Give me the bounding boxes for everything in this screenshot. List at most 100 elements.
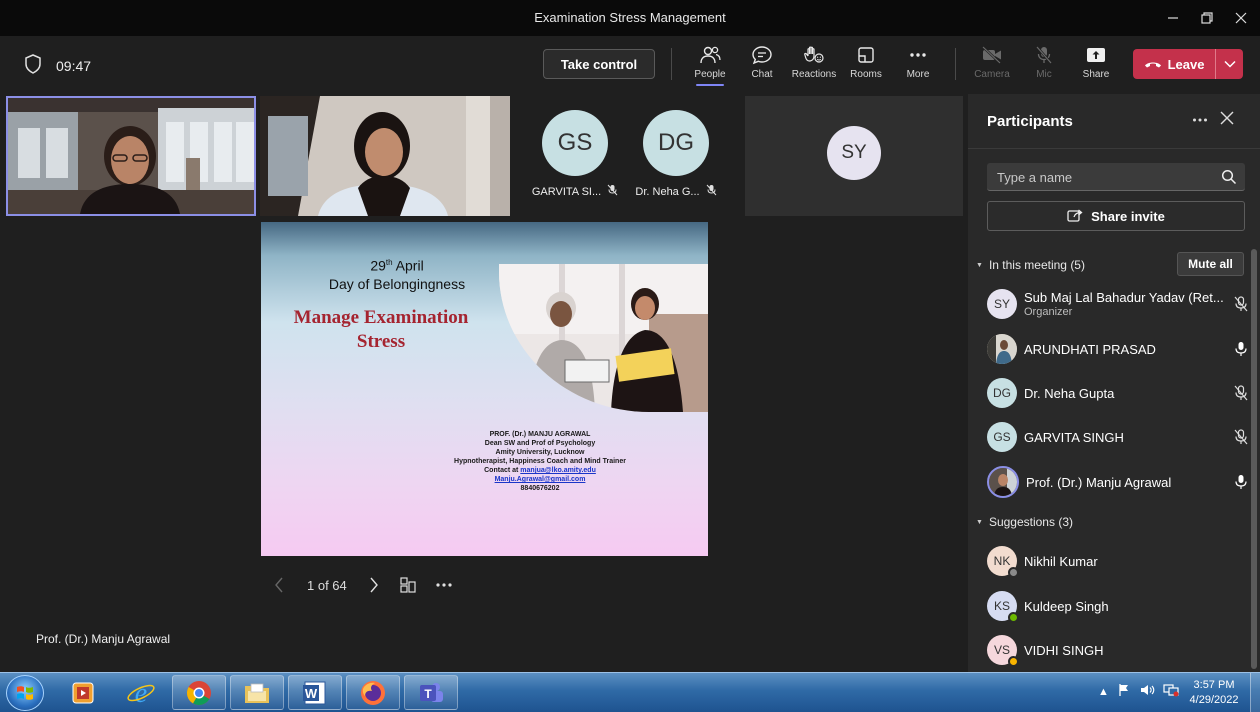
avatar-initials: VS [993, 643, 1010, 657]
slide-date-month: April [392, 257, 424, 274]
next-slide-icon[interactable] [369, 577, 379, 593]
mute-all-button[interactable]: Mute all [1177, 252, 1244, 276]
share-invite-button[interactable]: Share invite [987, 201, 1245, 231]
participant-info: Prof. (Dr.) Manju Agrawal [1026, 475, 1229, 490]
suggestion-row[interactable]: NK Nikhil Kumar [987, 541, 1249, 581]
email-link[interactable]: manjua@lko.amity.edu [520, 467, 596, 474]
suggestion-row[interactable]: VS VIDHI SINGH [987, 630, 1249, 670]
camera-label: Camera [974, 69, 1010, 80]
participant-row[interactable]: SY Sub Maj Lal Bahadur Yadav (Ret... Org… [987, 284, 1249, 324]
restore-icon[interactable] [1192, 6, 1222, 30]
search-icon[interactable] [1221, 169, 1237, 190]
participant-row[interactable]: ARUNDHATI PRASAD [987, 329, 1249, 369]
minimize-icon[interactable] [1158, 6, 1188, 30]
window-title: Examination Stress Management [534, 10, 726, 25]
rooms-label: Rooms [850, 69, 882, 80]
slide-more-icon[interactable] [435, 582, 453, 588]
slide-title: Manage Examination Stress [291, 306, 471, 354]
people-button[interactable]: People [685, 44, 735, 88]
svg-text:e: e [135, 678, 147, 708]
leave-options-button[interactable] [1215, 49, 1243, 79]
panel-scrollbar[interactable] [1251, 249, 1257, 669]
file-explorer-icon[interactable] [230, 675, 284, 710]
email-link[interactable]: Manju.Agrawal@gmail.com [495, 476, 586, 483]
chat-button[interactable]: Chat [737, 44, 787, 88]
mic-on-icon [1229, 341, 1249, 357]
avatar-tile-dg[interactable]: DG Dr. Neha G... [628, 110, 724, 199]
toolbar-divider [955, 48, 956, 80]
avatar: VS [987, 635, 1019, 667]
slide-event: Day of Belongingness [328, 275, 466, 292]
close-panel-icon[interactable] [1220, 111, 1234, 130]
mic-button[interactable]: Mic [1019, 44, 1069, 88]
flag-icon[interactable] [1117, 683, 1131, 700]
avatar-tile-sy[interactable]: SY [745, 96, 963, 216]
avatar: GS [542, 110, 608, 176]
slide-date: 29th April Day of Belongingness [297, 254, 497, 293]
leave-button[interactable]: Leave [1133, 49, 1243, 79]
slide-grid-icon[interactable] [399, 576, 417, 594]
teams-meeting-window: Examination Stress Management 09:47 Take… [0, 0, 1260, 712]
participant-info: GARVITA SINGH [1024, 430, 1229, 445]
leave-main[interactable]: Leave [1133, 57, 1215, 72]
participant-search[interactable] [987, 163, 1245, 191]
panel-divider [968, 148, 1260, 149]
chrome-icon[interactable] [172, 675, 226, 710]
avatar-initials: NK [993, 554, 1011, 568]
contact-line: Manju.Agrawal@gmail.com [431, 475, 649, 484]
share-button[interactable]: Share [1071, 44, 1121, 88]
firefox-icon[interactable] [346, 675, 400, 710]
previous-slide-icon[interactable] [274, 577, 294, 593]
video-tile-participant[interactable] [260, 96, 510, 216]
clock-time: 3:57 PM [1193, 679, 1235, 691]
show-desktop-button[interactable] [1250, 673, 1260, 712]
panel-more-icon[interactable] [1192, 110, 1208, 128]
take-control-button[interactable]: Take control [543, 49, 655, 79]
show-hidden-icons-icon[interactable]: ▲ [1098, 686, 1109, 698]
participant-row[interactable]: Prof. (Dr.) Manju Agrawal [987, 462, 1249, 502]
media-player-icon[interactable] [56, 675, 110, 710]
profile-photo-icon [989, 468, 1017, 496]
search-input[interactable] [997, 168, 1207, 186]
camera-button[interactable]: Camera [967, 44, 1017, 88]
avatar-tile-gs[interactable]: GS GARVITA SI... [527, 110, 623, 199]
suggestions-section-toggle[interactable]: ▼ Suggestions (3) [976, 515, 1073, 529]
participant-video-feed [260, 96, 510, 216]
more-dots-icon [908, 44, 928, 66]
participants-panel: Participants Share invite ▼ In this meet… [968, 94, 1260, 672]
people-label: People [694, 69, 725, 86]
avatar [987, 466, 1019, 498]
participant-row[interactable]: GS GARVITA SINGH [987, 417, 1249, 457]
svg-text:W: W [305, 686, 318, 701]
mic-muted-icon [607, 184, 618, 199]
avatar: KS [987, 591, 1019, 623]
reactions-button[interactable]: Reactions [789, 44, 839, 88]
meeting-stage: GS GARVITA SI... DG Dr. Neha G... SY 29t… [0, 94, 968, 672]
more-button[interactable]: More [893, 44, 943, 88]
system-clock[interactable]: 3:57 PM 4/29/2022 [1186, 678, 1242, 708]
panel-title: Participants [987, 113, 1073, 130]
participant-row[interactable]: DG Dr. Neha Gupta [987, 373, 1249, 413]
slide-navigation: 1 of 64 [274, 576, 453, 594]
mic-off-icon [1034, 44, 1054, 66]
profile-photo-icon [987, 334, 1017, 364]
offline-status-icon [1008, 567, 1019, 578]
network-icon[interactable] [1163, 683, 1179, 700]
word-icon[interactable]: W [288, 675, 342, 710]
slide-title-line: Manage Examination [293, 307, 469, 328]
suggestion-row[interactable]: KS Kuldeep Singh [987, 586, 1249, 626]
teams-icon[interactable]: T [404, 675, 458, 710]
more-label: More [906, 69, 930, 80]
rooms-button[interactable]: Rooms [841, 44, 891, 88]
in-meeting-section-toggle[interactable]: ▼ In this meeting (5) [976, 258, 1085, 272]
mic-muted-icon [1229, 385, 1249, 401]
video-tile-presenter[interactable] [6, 96, 256, 216]
contact-line: Hypnotherapist, Happiness Coach and Mind… [454, 458, 626, 465]
volume-icon[interactable] [1139, 683, 1155, 700]
shield-icon [24, 54, 42, 77]
start-button[interactable] [6, 675, 44, 711]
tile-name-text: Dr. Neha G... [635, 185, 700, 198]
internet-explorer-icon[interactable]: e [114, 675, 168, 710]
participant-name: Prof. (Dr.) Manju Agrawal [1026, 474, 1172, 490]
close-window-icon[interactable] [1226, 6, 1256, 30]
